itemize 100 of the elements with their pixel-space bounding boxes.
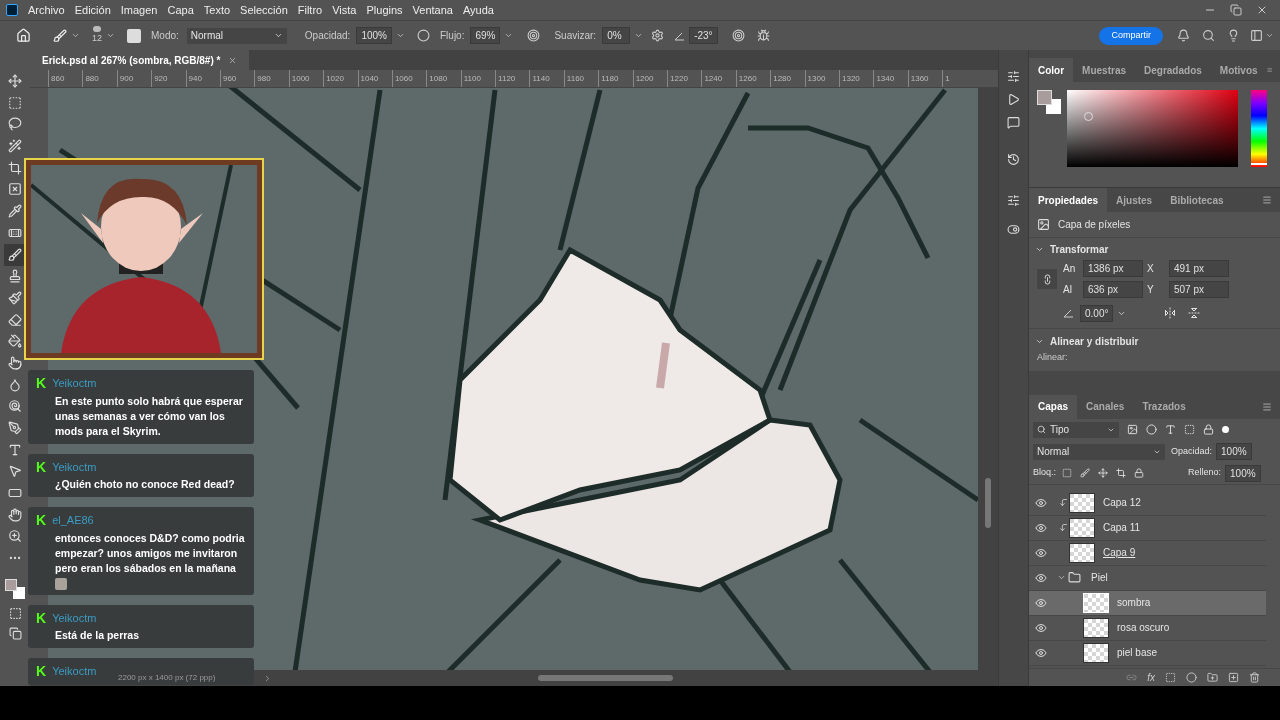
ruler-label: 1020 xyxy=(323,70,358,87)
platform-label: K xyxy=(36,376,47,391)
ruler-label: 1120 xyxy=(495,70,530,87)
panel-tab[interactable]: Canales xyxy=(1077,394,1134,419)
fill-label: Relleno: xyxy=(1188,466,1222,480)
layer-name: sombra xyxy=(1117,596,1151,610)
panel-tab[interactable]: Propiedades xyxy=(1029,188,1108,212)
ruler-label: 940 xyxy=(185,70,220,87)
layer-row[interactable]: Piel xyxy=(1029,565,1266,591)
y-label: Y xyxy=(1147,283,1155,297)
angle-field[interactable]: -23° xyxy=(689,27,718,44)
ruler-label: 920 xyxy=(151,70,186,87)
menu-item[interactable]: Filtro xyxy=(297,1,323,19)
x-label: X xyxy=(1147,262,1155,276)
panel-tab[interactable]: Ajustes xyxy=(1107,188,1162,212)
layer-filter-dropdown[interactable]: Tipo xyxy=(1033,421,1119,438)
menu-item[interactable]: Edición xyxy=(74,1,111,19)
ruler-label: 1200 xyxy=(632,70,668,87)
status-text: 2200 px x 1400 px (72 ppp) xyxy=(118,672,216,684)
platform-label: K xyxy=(36,459,47,474)
align-label: Alinear: xyxy=(1036,351,1069,364)
ruler-label: 1060 xyxy=(391,70,427,87)
ruler-label: 1360 xyxy=(907,70,943,87)
platform-label: K xyxy=(36,664,47,679)
layer-name: rosa oscuro xyxy=(1117,621,1170,635)
layer-row[interactable]: sombra xyxy=(1029,590,1266,616)
layer-name: Piel xyxy=(1091,571,1108,585)
menu-item[interactable]: Imagen xyxy=(120,1,158,19)
ruler-label: 1280 xyxy=(770,70,805,87)
ruler-label: 1160 xyxy=(563,70,599,87)
menu-item[interactable]: Vista xyxy=(332,1,357,19)
angle-field[interactable]: 0.00° xyxy=(1080,304,1114,322)
panel-tab[interactable]: Trazados xyxy=(1133,394,1195,419)
share-button[interactable]: Compartir xyxy=(1099,26,1163,45)
menu-item[interactable]: Capa xyxy=(167,1,194,19)
layer-name: Capa 9 xyxy=(1103,546,1136,560)
layer-row[interactable]: rosa oscuro xyxy=(1029,615,1266,641)
menu-item[interactable]: Ventana xyxy=(412,1,453,19)
ruler-label: 1260 xyxy=(735,70,771,87)
panel-tab[interactable]: Motivos xyxy=(1210,58,1267,82)
section-title: Transformar xyxy=(1050,242,1109,257)
document-tab[interactable]: Erick.psd al 267% (sombra, RGB/8#) * xyxy=(30,50,250,70)
section-title: Alinear y distribuir xyxy=(1050,334,1139,349)
ruler-label: 860 xyxy=(48,70,83,87)
lock-label: Bloq.: xyxy=(1033,466,1056,480)
layer-row[interactable]: Capa 9 xyxy=(1029,540,1266,566)
ruler-label: 1240 xyxy=(701,70,736,87)
brush-size[interactable]: 12 xyxy=(92,31,102,46)
ruler-label: 1340 xyxy=(873,70,908,87)
panel-tab[interactable]: Color xyxy=(1029,58,1074,82)
ruler-label: 1080 xyxy=(426,70,461,87)
x-field[interactable]: 491 px xyxy=(1169,260,1229,277)
layer-row[interactable]: Capa 12 xyxy=(1029,490,1266,516)
platform-label: K xyxy=(36,513,47,528)
smoothing-label: Suavizar: xyxy=(554,29,597,43)
mode-label: Modo: xyxy=(151,29,179,43)
width-label: An xyxy=(1063,262,1077,276)
menu-item[interactable]: Ayuda xyxy=(462,1,494,19)
y-field[interactable]: 507 px xyxy=(1169,281,1229,298)
layer-row[interactable]: Capa 11 xyxy=(1029,515,1266,541)
layer-name: Capa 11 xyxy=(1103,521,1141,535)
ruler-label: 1 xyxy=(942,70,977,87)
flow-field[interactable]: 69% xyxy=(470,27,501,44)
layer-name: Capa 12 xyxy=(1103,496,1141,510)
panel-tab[interactable]: Muestras xyxy=(1073,58,1135,82)
ruler-label: 1000 xyxy=(288,70,324,87)
opacity-label: Opacidad: xyxy=(1171,444,1213,458)
menu-item[interactable]: Texto xyxy=(203,1,231,19)
ruler-label: 1040 xyxy=(357,70,392,87)
blend-mode-dropdown[interactable]: Normal xyxy=(1033,443,1165,460)
fx-button[interactable]: fx xyxy=(1147,670,1155,685)
ruler-label: 1140 xyxy=(529,70,564,87)
ruler-label: 1300 xyxy=(804,70,839,87)
ruler-label: 880 xyxy=(82,70,117,87)
ruler-label: 1180 xyxy=(598,70,633,87)
platform-label: K xyxy=(36,610,47,625)
ruler-label: 1220 xyxy=(667,70,702,87)
layer-name: piel base xyxy=(1117,646,1158,660)
opacity-field[interactable]: 100% xyxy=(1216,443,1252,460)
mode-dropdown[interactable]: Normal xyxy=(186,27,287,44)
layer-row[interactable]: piel base xyxy=(1029,640,1266,666)
menu-item[interactable]: Archivo xyxy=(28,1,65,19)
menu-item[interactable]: Selección xyxy=(240,1,288,19)
opacity-field[interactable]: 100% xyxy=(356,27,392,44)
height-label: Al xyxy=(1063,283,1073,297)
ruler-label: 1320 xyxy=(839,70,874,87)
panel-tab[interactable]: Degradados xyxy=(1135,58,1211,82)
panel-tab[interactable]: Bibliotecas xyxy=(1161,188,1233,212)
opacity-label: Opacidad: xyxy=(304,29,351,43)
width-field[interactable]: 1386 px xyxy=(1083,260,1143,277)
layer-kind: Capa de píxeles xyxy=(1058,218,1131,232)
panel-tab[interactable]: Capas xyxy=(1029,394,1077,419)
flow-label: Flujo: xyxy=(440,29,465,43)
fill-field[interactable]: 100% xyxy=(1225,464,1261,482)
smoothing-field[interactable]: 0% xyxy=(602,27,631,44)
ruler-label: 980 xyxy=(254,70,289,87)
ruler-label: 900 xyxy=(116,70,152,87)
menu-item[interactable]: Plugins xyxy=(366,1,403,19)
ruler-label: 960 xyxy=(219,70,255,87)
height-field[interactable]: 636 px xyxy=(1083,281,1143,298)
